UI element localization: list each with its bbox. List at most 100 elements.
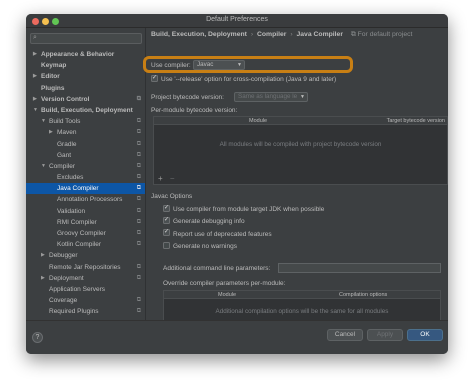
help-button[interactable]: ? [32,332,43,343]
dialog-footer: ? Cancel Apply OK [26,320,448,354]
copy-icon: ⧉ [136,140,141,147]
chevron-right-icon[interactable]: ▶ [33,94,37,105]
sidebar-item-label: Keymap [41,62,67,70]
sidebar-item[interactable]: ▶ Debugger [26,250,145,261]
copy-icon: ⧉ [136,297,141,304]
remove-module-button[interactable]: − [170,174,175,183]
sidebar-item-label: Annotation Processors [57,196,123,204]
javac-option-label: Use compiler from module target JDK when… [173,206,325,213]
breadcrumb-part: Compiler [256,31,287,38]
sidebar-item-label: Plugins [41,84,65,92]
breadcrumb-part: Build, Execution, Deployment [151,31,247,38]
sidebar-item[interactable]: Java Compiler ⧉ [26,183,145,195]
checkbox-checked-icon: ✓ [163,204,170,212]
copy-icon: ⧉ [136,230,141,236]
breadcrumb-separator: › [250,31,254,38]
for-default-project-label: For default project [357,31,413,38]
copy-icon: ⧉ [136,185,141,192]
sidebar-item-label: Debugger [49,252,78,260]
sidebar-item-label: Groovy Compiler [57,230,106,237]
sidebar-item[interactable]: RMI Compiler ⧉ [26,217,145,228]
release-option-checkbox[interactable]: ✓ Use '--release' option for cross-compil… [151,74,336,85]
sidebar-item[interactable]: ▼ Compiler ⧉ [26,161,145,172]
sidebar-item-label: Maven [57,129,77,137]
chevron-right-icon[interactable]: ▶ [41,250,45,261]
additional-params-input[interactable] [278,263,441,273]
sidebar-item-label: Kotlin Compiler [57,241,102,249]
sidebar-item[interactable]: Gradle ⧉ [26,139,145,150]
settings-tree: ▶ Appearance & Behavior Keymap ▶ Editor Plugi… [26,49,145,320]
sidebar-item-label: RMI Compiler [57,218,97,226]
javac-option-checkbox[interactable]: ✓ Generate debugging info [163,217,245,227]
sidebar-item[interactable]: ▶ Editor [26,71,145,82]
sidebar-item-label: Excludes [57,174,84,182]
checkbox-checked-icon: ✓ [163,229,170,237]
chevron-right-icon[interactable]: ▶ [33,71,37,82]
copy-icon: ⧉ [136,218,141,225]
override-label: Override compiler parameters per-module: [163,280,286,287]
copy-icon: ⧉ [136,162,141,169]
chevron-down-icon[interactable]: ▼ [33,105,38,116]
sidebar-item[interactable]: Remote Jar Repositories ⧉ [26,262,145,273]
sidebar-item[interactable]: Validation ⧉ [26,206,145,217]
sidebar-item[interactable]: ▶ Appearance & Behavior [26,49,145,60]
sidebar-item[interactable]: Application Servers [26,284,145,295]
sidebar-item[interactable]: ▶ Maven ⧉ [26,127,145,138]
sidebar-item[interactable]: Kotlin Compiler ⧉ [26,239,145,250]
per-module-bytecode-table[interactable]: Module Target bytecode version All modul… [153,116,448,185]
sidebar-item[interactable]: Required Plugins ⧉ [26,306,145,317]
apply-button[interactable]: Apply [367,329,403,341]
copy-icon: ⧉ [350,31,358,38]
copy-icon: ⧉ [136,274,141,281]
sidebar-item[interactable]: ▶ Version Control ⧉ [26,94,145,105]
table-empty-text: All modules will be compiled with projec… [219,141,382,148]
sidebar-item[interactable]: Gant ⧉ [26,150,145,161]
copy-icon: ⧉ [136,174,141,181]
column-header-module: Module [218,291,237,298]
chevron-right-icon[interactable]: ▶ [41,273,45,284]
project-bytecode-select[interactable]: Same as language le ▼ [234,92,308,102]
chevron-right-icon[interactable]: ▶ [33,49,37,60]
breadcrumb-separator: › [290,31,293,38]
project-bytecode-label: Project bytecode version: [151,94,224,101]
sidebar-item-label: Gant [57,151,72,159]
copy-icon: ⧉ [136,241,141,248]
sidebar-item-label: Application Servers [49,285,105,293]
javac-option-checkbox[interactable]: ✓ Report use of deprecated features [163,229,272,240]
chevron-down-icon[interactable]: ▼ [41,116,46,127]
sidebar-item-label: Java Compiler [57,185,99,193]
for-default-project-note: ⧉ For default project [351,31,413,38]
sidebar-item[interactable]: Keymap [26,60,145,71]
sidebar-item-label: Validation [57,207,86,215]
chevron-down-icon[interactable]: ▼ [41,161,46,172]
sidebar-item[interactable]: ▼ Build Tools ⧉ [26,116,145,127]
sidebar-item[interactable]: Groovy Compiler ⧉ [26,228,145,239]
copy-icon: ⧉ [136,129,141,136]
copy-icon: ⧉ [136,151,141,158]
javac-option-checkbox[interactable]: Generate no warnings [163,241,237,252]
sidebar-item-label: Build Tools [49,118,81,126]
release-option-highlight [143,56,353,73]
javac-options-title: Javac Options [151,193,193,200]
table-header: Module Target bytecode version [154,117,447,125]
sidebar-item[interactable]: Annotation Processors ⧉ [26,194,145,205]
sidebar-item-label: Gradle [57,140,77,148]
chevron-right-icon[interactable]: ▶ [49,127,53,138]
sidebar-item[interactable]: Coverage ⧉ [26,295,145,306]
settings-search-input[interactable]: ⌕ [30,33,142,44]
add-module-button[interactable]: + [158,174,163,183]
sidebar-item[interactable]: ▶ Deployment ⧉ [26,273,145,284]
title-bar: Default Preferences [26,14,448,28]
settings-sidebar: ⌕ ▶ Appearance & Behavior Keymap ▶ Editor Plu… [26,28,146,320]
table-header: Module Compilation options [164,291,440,299]
sidebar-item[interactable]: ▼ Build, Execution, Deployment [26,105,145,116]
javac-option-checkbox[interactable]: ✓ Use compiler from module target JDK whe… [163,204,325,215]
table-toolbar: + − [158,174,175,183]
per-module-label: Per-module bytecode version: [151,107,238,114]
ok-button[interactable]: OK [407,329,443,341]
column-header-options: Compilation options [339,291,388,298]
sidebar-item[interactable]: Plugins [26,83,145,94]
sidebar-item[interactable]: Excludes ⧉ [26,172,145,183]
cancel-button[interactable]: Cancel [327,329,363,341]
javac-option-label: Generate debugging info [173,218,245,226]
